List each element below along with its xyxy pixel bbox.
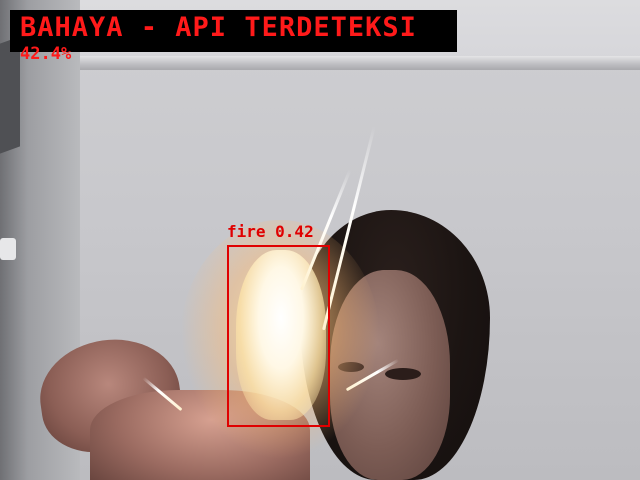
confidence-readout: 42.4% xyxy=(20,44,72,64)
alert-title: BAHAYA - API TERDETEKSI xyxy=(20,12,417,43)
door-frame xyxy=(0,36,20,154)
wall-bracket xyxy=(0,238,16,260)
alert-banner: BAHAYA - API TERDETEKSI xyxy=(10,10,457,52)
camera-feed: BAHAYA - API TERDETEKSI 42.4% fire 0.42 xyxy=(0,0,640,480)
detection-label: fire 0.42 xyxy=(227,222,314,241)
person-eye-left xyxy=(385,368,421,380)
crown-molding xyxy=(60,56,640,70)
detection-box xyxy=(227,245,330,427)
